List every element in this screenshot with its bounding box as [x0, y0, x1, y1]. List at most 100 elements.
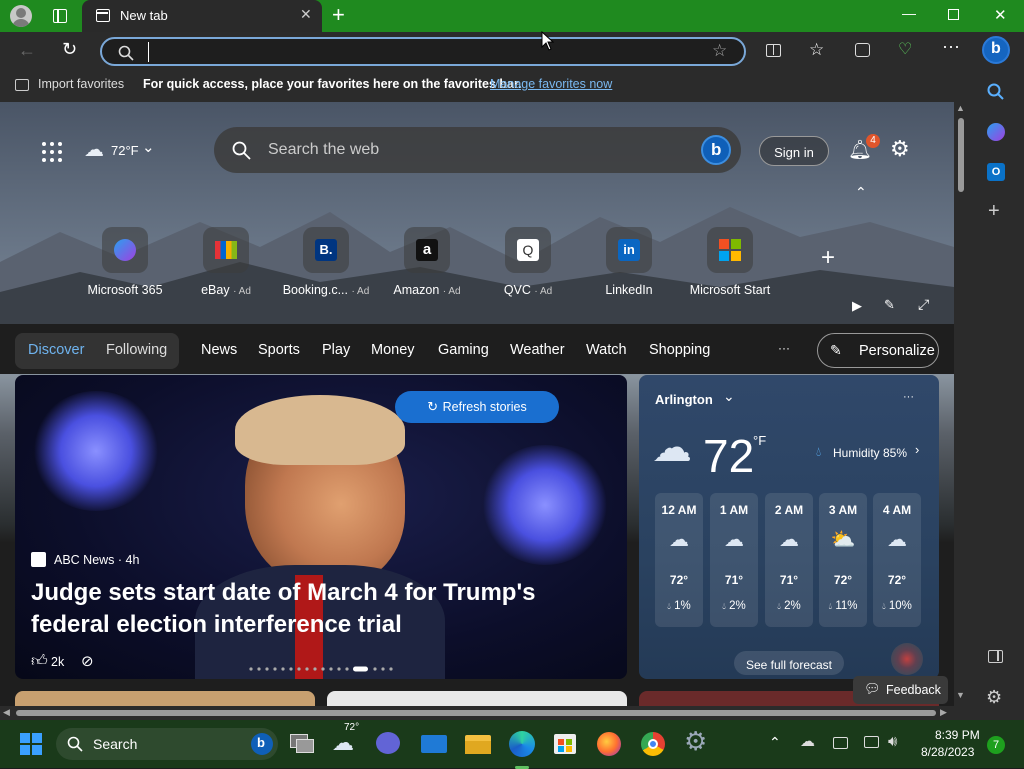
- quick-link-microsoft-365[interactable]: Microsoft 365: [75, 227, 175, 297]
- quick-link-microsoft-start[interactable]: Microsoft Start: [680, 227, 780, 297]
- tab-new-tab[interactable]: New tab ✕: [82, 0, 322, 32]
- display-icon[interactable]: [864, 736, 879, 748]
- hourly-forecast-item[interactable]: 12 AM ☁ 72° 💧︎ 1%: [655, 493, 703, 627]
- scroll-thumb[interactable]: [958, 118, 964, 192]
- page-settings-gear-icon[interactable]: ⚙: [890, 136, 910, 162]
- sidebar-outlook-icon[interactable]: O: [987, 163, 1005, 181]
- scroll-up-arrow-icon[interactable]: ▲: [956, 103, 965, 113]
- sidebar-settings-gear-icon[interactable]: ⚙: [986, 687, 1002, 708]
- horizontal-scrollbar[interactable]: ◀ ▶: [0, 706, 968, 720]
- quick-link-linkedin[interactable]: in LinkedIn: [579, 227, 679, 297]
- close-window-button[interactable]: ✕: [994, 6, 1007, 24]
- browser-essentials-icon[interactable]: ♡: [898, 39, 912, 59]
- taskbar-search-box[interactable]: Search b: [56, 728, 278, 760]
- hourly-forecast-item[interactable]: 3 AM ⛅ 72° 💧︎ 11%: [819, 493, 867, 627]
- back-button[interactable]: ←: [18, 40, 36, 61]
- volume-icon[interactable]: 🔊︎: [888, 733, 897, 750]
- sidebar-add-icon[interactable]: +: [988, 200, 1000, 223]
- maximize-button[interactable]: [948, 9, 959, 20]
- hourly-forecast-item[interactable]: 4 AM ☁ 72° 💧︎ 10%: [873, 493, 921, 627]
- minimize-button[interactable]: —: [902, 5, 916, 21]
- file-explorer-icon[interactable]: [462, 728, 494, 760]
- apps-launcher-icon[interactable]: [42, 142, 62, 162]
- chrome-icon[interactable]: [637, 728, 669, 760]
- feedback-button[interactable]: 💬︎ Feedback: [853, 676, 948, 704]
- mail-icon[interactable]: [418, 728, 450, 760]
- hide-story-icon[interactable]: ⊘: [81, 652, 94, 670]
- weather-more-icon[interactable]: ···: [903, 391, 914, 403]
- close-tab-icon[interactable]: ✕: [300, 6, 312, 23]
- weather-widget-button[interactable]: ☁ 72°F ⌄: [84, 139, 164, 162]
- favorites-icon[interactable]: ☆: [809, 40, 824, 60]
- tab-actions-icon[interactable]: [53, 9, 67, 23]
- hero-headline[interactable]: Judge sets start date of March 4 for Tru…: [31, 577, 611, 641]
- personalize-button[interactable]: ✎ Personalize: [817, 333, 939, 368]
- quick-link-booking[interactable]: B. Booking.c... · Ad: [276, 227, 376, 297]
- task-view-icon[interactable]: [286, 728, 318, 760]
- play-background-icon[interactable]: ▶: [852, 298, 862, 314]
- tab-gaming[interactable]: Gaming: [438, 342, 489, 358]
- firefox-icon[interactable]: [593, 728, 625, 760]
- import-favorites-link[interactable]: Import favorites: [38, 77, 124, 91]
- sign-in-button[interactable]: Sign in: [759, 136, 829, 166]
- sidebar-copilot-icon[interactable]: [987, 123, 1005, 141]
- edit-background-icon[interactable]: ✎: [884, 297, 895, 313]
- copilot-icon[interactable]: b: [982, 36, 1010, 64]
- tab-money[interactable]: Money: [371, 342, 415, 358]
- tab-watch[interactable]: Watch: [586, 342, 627, 358]
- tab-following[interactable]: Following: [106, 342, 167, 358]
- expand-icon[interactable]: ⤢: [918, 296, 929, 313]
- clock-date[interactable]: 8/28/2023: [921, 745, 974, 759]
- network-icon[interactable]: [833, 737, 848, 749]
- refresh-stories-button[interactable]: ↻ Refresh stories: [395, 391, 559, 423]
- edge-browser-icon[interactable]: [506, 728, 538, 769]
- new-tab-button[interactable]: +: [332, 2, 345, 28]
- weather-map-thumb[interactable]: [891, 643, 923, 675]
- microsoft-store-icon[interactable]: [549, 728, 581, 760]
- story-card-partial[interactable]: [15, 691, 315, 706]
- collections-icon[interactable]: [855, 43, 870, 57]
- address-input[interactable]: [148, 42, 688, 62]
- hscroll-thumb[interactable]: [16, 710, 936, 716]
- weather-card[interactable]: Arlington ⌄ ··· ☁ 72 °F 💧︎ Humidity 85% …: [639, 375, 939, 679]
- sidebar-search-icon[interactable]: [987, 83, 1004, 100]
- scroll-down-arrow-icon[interactable]: ▼: [956, 690, 965, 700]
- humidity-chevron-icon[interactable]: ›: [915, 442, 919, 457]
- bing-chat-icon[interactable]: b: [701, 135, 731, 165]
- taskbar-weather-widget[interactable]: ☁ 72°: [330, 722, 362, 760]
- tab-shopping[interactable]: Shopping: [649, 342, 710, 358]
- clock-time[interactable]: 8:39 PM: [935, 728, 980, 742]
- carousel-dots[interactable]: [249, 659, 409, 672]
- split-screen-icon[interactable]: [766, 44, 781, 57]
- hourly-forecast-item[interactable]: 1 AM ☁ 71° 💧︎ 2%: [710, 493, 758, 627]
- add-quick-link-button[interactable]: +: [821, 244, 835, 272]
- notifications-button[interactable]: 🔔︎ 4: [848, 134, 880, 162]
- start-windows-icon[interactable]: [20, 733, 42, 755]
- like-thumbs-up-icon[interactable]: 👍︎: [31, 652, 48, 671]
- tab-play[interactable]: Play: [322, 342, 350, 358]
- hide-sidebar-icon[interactable]: [988, 650, 1003, 663]
- favorite-star-icon[interactable]: ☆: [712, 41, 727, 61]
- scroll-left-arrow-icon[interactable]: ◀: [3, 707, 10, 718]
- show-hidden-icons-chevron[interactable]: ⌃: [769, 734, 781, 751]
- settings-app-icon[interactable]: ⚙: [681, 726, 713, 760]
- web-search-box[interactable]: Search the web b: [214, 127, 741, 173]
- hero-story-card[interactable]: ↻ Refresh stories ABC News · 4h Judge se…: [15, 375, 627, 679]
- collapse-chevron-up-icon[interactable]: ⌃: [855, 184, 867, 201]
- quick-link-amazon[interactable]: a Amazon · Ad: [377, 227, 477, 297]
- more-tabs-button[interactable]: ···: [778, 341, 790, 355]
- weather-location[interactable]: Arlington: [655, 392, 713, 407]
- tab-weather[interactable]: Weather: [510, 342, 565, 358]
- settings-more-icon[interactable]: ···: [942, 36, 960, 57]
- quick-link-qvc[interactable]: Q QVC · Ad: [478, 227, 578, 297]
- story-card-partial[interactable]: [327, 691, 627, 706]
- location-chevron-down-icon[interactable]: ⌄: [723, 388, 735, 405]
- manage-favorites-link[interactable]: Manage favorites now: [490, 77, 612, 91]
- notifications-count-badge[interactable]: 7: [987, 736, 1005, 754]
- humidity-label[interactable]: Humidity 85%: [833, 446, 907, 460]
- tab-sports[interactable]: Sports: [258, 342, 300, 358]
- address-bar[interactable]: ☆: [100, 37, 746, 66]
- scroll-right-arrow-icon[interactable]: ▶: [940, 707, 947, 718]
- vertical-scrollbar[interactable]: ▲ ▼: [954, 102, 968, 706]
- profile-icon[interactable]: [10, 5, 32, 27]
